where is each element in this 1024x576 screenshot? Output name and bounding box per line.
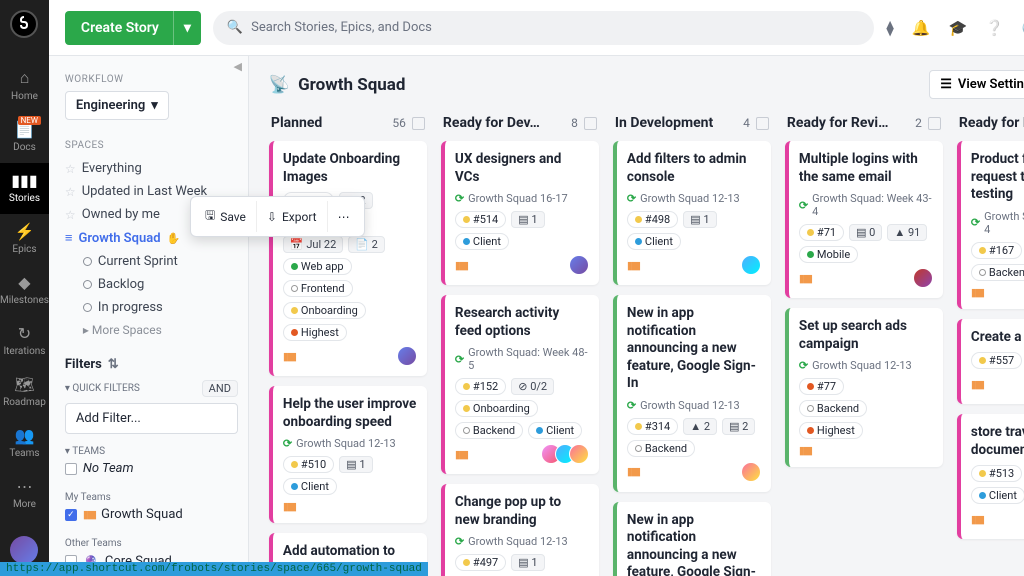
story-card[interactable]: Help the user improve onboarding speed⟳ …: [269, 386, 427, 523]
column-header: In Development4: [613, 109, 771, 141]
app-logo[interactable]: [10, 10, 38, 38]
column-header: Ready for Depl…3: [957, 109, 1024, 141]
save-icon: 🖫: [205, 206, 215, 227]
column-checkbox[interactable]: [584, 117, 597, 130]
collapse-sidebar-icon[interactable]: ◀: [233, 60, 241, 73]
board: 📡 Growth Squad VIEW ☰ View Settings ▮▮ ≡…: [249, 56, 1024, 576]
story-card[interactable]: Update Onboarding Images#399▤ 2⊘ 0/1📅 Ju…: [269, 141, 427, 376]
and-toggle[interactable]: AND: [202, 380, 238, 397]
grad-icon[interactable]: 🎓: [949, 19, 968, 37]
nav-rail: ⌂HomeNEW📄Docs▮▮▮Stories⚡Epics◆Milestones…: [0, 0, 49, 576]
column-header: Ready for Revi…2: [785, 109, 943, 141]
column-header: Ready for Dev…8: [441, 109, 599, 141]
team-growth-squad[interactable]: ✓▮▮▮Growth Squad: [65, 503, 238, 526]
help-icon[interactable]: ❔: [985, 19, 1004, 37]
space-in-progress[interactable]: In progress: [65, 296, 238, 319]
add-filter-button[interactable]: Add Filter...: [65, 403, 238, 434]
save-button[interactable]: 🖫Save: [195, 201, 257, 232]
rss-icon: 📡: [269, 75, 290, 95]
story-card[interactable]: Multiple logins with the same email⟳ Gro…: [785, 141, 943, 298]
workflow-select[interactable]: Engineering▾: [65, 91, 169, 120]
status-bar-url: https://app.shortcut.com/frobots/stories…: [0, 562, 428, 576]
story-card[interactable]: Create a demo vid#557▤ 1▮▮▮: [957, 319, 1024, 405]
space-current-sprint[interactable]: Current Sprint: [65, 250, 238, 273]
space-context-menu: 🖫Save ⇩Export ⋯: [190, 196, 365, 237]
bell-icon[interactable]: 🔔: [912, 19, 931, 37]
view-settings-button[interactable]: ☰ View Settings: [929, 70, 1024, 99]
export-button[interactable]: ⇩Export: [257, 201, 328, 232]
nav-stories[interactable]: ▮▮▮Stories: [0, 163, 49, 214]
create-dropdown-caret[interactable]: ▾: [173, 11, 201, 45]
column-checkbox[interactable]: [928, 117, 941, 130]
story-card[interactable]: UX designers and VCs⟳ Growth Squad 16-17…: [441, 141, 599, 285]
space-backlog[interactable]: Backlog: [65, 273, 238, 296]
story-card[interactable]: store travel documents#513▤ 1Client▮▮▮: [957, 414, 1024, 539]
story-card[interactable]: Add filters to admin console⟳ Growth Squ…: [613, 141, 771, 285]
sidebar: ◀ WORKFLOW Engineering▾ SPACES ☆Everythi…: [49, 56, 249, 576]
story-card[interactable]: Product feature request template - testi…: [957, 141, 1024, 309]
story-card[interactable]: Change pop up to new branding⟳ Growth Sq…: [441, 484, 599, 576]
nav-teams[interactable]: 👥Teams: [0, 418, 49, 469]
more-spaces[interactable]: ▸ More Spaces: [65, 319, 238, 341]
story-card[interactable]: New in app notification announcing a new…: [613, 502, 771, 576]
space-everything[interactable]: ☆Everything: [65, 157, 238, 180]
user-avatar[interactable]: [10, 536, 38, 564]
filter-icon: ⇅: [108, 357, 119, 372]
create-story-button[interactable]: Create Story ▾: [65, 11, 201, 45]
nav-more[interactable]: ⋯More: [0, 469, 49, 520]
nav-home[interactable]: ⌂Home: [0, 60, 49, 112]
column-checkbox[interactable]: [412, 117, 425, 130]
team-none[interactable]: No Team: [65, 457, 238, 480]
nav-epics[interactable]: ⚡Epics: [0, 214, 49, 265]
story-card[interactable]: Set up search ads campaign⟳ Growth Squad…: [785, 308, 943, 467]
column-header: Planned56: [269, 109, 427, 141]
topbar: Create Story ▾ 🔍 Search Stories, Epics, …: [49, 0, 1024, 56]
story-card[interactable]: Research activity feed options⟳ Growth S…: [441, 295, 599, 474]
nav-roadmap[interactable]: 🗺Roadmap: [0, 367, 49, 418]
filters-heading: Filters ⇅: [65, 357, 238, 372]
nav-milestones[interactable]: ◆Milestones: [0, 265, 49, 316]
bolt-icon[interactable]: ⧫: [886, 19, 893, 37]
nav-iterations[interactable]: ↻Iterations: [0, 316, 49, 367]
column-checkbox[interactable]: [756, 117, 769, 130]
nav-docs[interactable]: NEW📄Docs: [0, 112, 49, 163]
search-input[interactable]: 🔍 Search Stories, Epics, and Docs: [213, 11, 875, 45]
search-icon: 🔍: [227, 20, 243, 35]
chevron-down-icon: ▾: [151, 98, 158, 113]
more-menu-button[interactable]: ⋯: [328, 201, 360, 232]
page-title: 📡 Growth Squad: [269, 75, 406, 95]
story-card[interactable]: New in app notification announcing a new…: [613, 295, 771, 492]
export-icon: ⇩: [267, 210, 277, 224]
